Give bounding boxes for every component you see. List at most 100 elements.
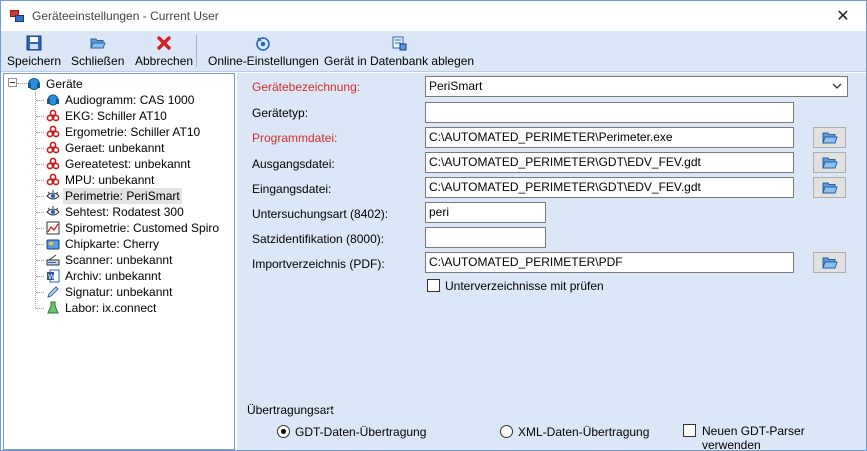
gdt-transfer-label: GDT-Daten-Übertragung xyxy=(295,425,427,439)
chipcard-icon xyxy=(46,239,60,250)
tree-item-scanner[interactable]: Scanner: unbekannt xyxy=(46,252,174,268)
tree-item-label: Labor: ix.connect xyxy=(65,301,157,315)
xml-transfer-radio[interactable] xyxy=(500,425,513,438)
flask-icon xyxy=(47,301,59,314)
output-file-browse-button[interactable] xyxy=(813,152,846,173)
exam-type-input[interactable]: peri xyxy=(425,202,546,223)
store-in-database-button-label: Gerät in Datenbank ablegen xyxy=(324,54,475,68)
input-file-input[interactable]: C:\AUTOMATED_PERIMETER\GDT\EDV_FEV.gdt xyxy=(425,177,794,198)
save-button-label: Speichern xyxy=(7,54,62,68)
tree-item-label: Ergometrie: Schiller AT10 xyxy=(65,125,201,139)
biohazard-icon xyxy=(46,157,60,170)
store-in-database-button[interactable]: Gerät in Datenbank ablegen xyxy=(324,35,474,69)
tree-item-labor[interactable]: Labor: ix.connect xyxy=(46,300,158,316)
program-file-browse-button[interactable] xyxy=(813,127,846,148)
record-id-input[interactable] xyxy=(425,227,546,248)
transfer-group-label: Übertragungsart xyxy=(247,403,334,417)
toolbar-separator xyxy=(196,35,197,67)
biohazard-icon xyxy=(46,141,60,154)
window-title: Geräteeinstellungen - Current User xyxy=(32,9,219,23)
tree-item-label: Geraet: unbekannt xyxy=(65,141,165,155)
exam-type-label: Untersuchungsart (8402): xyxy=(252,207,389,221)
pen-icon xyxy=(47,286,59,298)
tree-item-label: Perimetrie: PeriSmart xyxy=(63,188,182,204)
biohazard-icon xyxy=(46,125,60,138)
tree-item-geraet[interactable]: Geraet: unbekannt xyxy=(46,140,166,156)
output-file-label: Ausgangsdatei: xyxy=(252,157,335,171)
settings-panel: Gerätebezeichnung: PeriSmart Gerätetyp: … xyxy=(237,73,866,451)
gdt-transfer-radio[interactable] xyxy=(277,425,290,438)
title-bar: Geräteeinstellungen - Current User ✕ xyxy=(1,1,866,31)
biohazard-icon xyxy=(46,109,60,122)
chart-icon xyxy=(46,221,60,235)
tree-item-perimetrie[interactable]: Perimetrie: PeriSmart xyxy=(46,188,182,204)
close-button[interactable]: Schließen xyxy=(71,35,124,69)
headphones-icon xyxy=(47,94,59,106)
device-type-label: Gerätetyp: xyxy=(252,106,309,120)
svg-text:W: W xyxy=(48,273,55,281)
settings-window: Geräteeinstellungen - Current User ✕ Spe… xyxy=(0,0,867,451)
database-icon xyxy=(392,36,407,51)
folder-open-icon xyxy=(89,38,106,49)
device-name-label: Gerätebezeichnung: xyxy=(252,80,361,94)
program-file-label: Programmdatei: xyxy=(252,131,338,145)
subdirs-checkbox-label: Unterverzeichnisse mit prüfen xyxy=(445,279,604,293)
tree-item-spirometrie[interactable]: Spirometrie: Customed Spiro xyxy=(46,220,221,236)
output-file-input[interactable]: C:\AUTOMATED_PERIMETER\GDT\EDV_FEV.gdt xyxy=(425,152,794,173)
cancel-button-label: Abbrechen xyxy=(135,54,194,68)
folder-open-icon xyxy=(821,157,838,168)
save-button[interactable]: Speichern xyxy=(7,35,61,69)
tree-item-label: Spirometrie: Customed Spiro xyxy=(65,221,220,235)
tree-item-label: MPU: unbekannt xyxy=(65,173,155,187)
program-file-input[interactable]: C:\AUTOMATED_PERIMETER\Perimeter.exe xyxy=(425,127,794,148)
chevron-down-icon xyxy=(832,83,842,89)
close-button-label: Schließen xyxy=(71,54,125,68)
gdt-parser-checkbox[interactable] xyxy=(683,424,696,437)
toolbar: Speichern Schließen Abbrechen Online-Ein… xyxy=(1,31,866,72)
scanner-icon xyxy=(46,254,60,266)
tree-item-label: Gereatetest: unbekannt xyxy=(65,157,191,171)
tree-item-audiogramm[interactable]: Audiogramm: CAS 1000 xyxy=(46,92,196,108)
input-file-browse-button[interactable] xyxy=(813,177,846,198)
tree-item-label: Sehtest: Rodatest 300 xyxy=(65,205,184,219)
eye-icon xyxy=(46,206,60,216)
window-close-button[interactable]: ✕ xyxy=(820,1,866,31)
tree-item-chipkarte[interactable]: Chipkarte: Cherry xyxy=(46,236,161,252)
import-dir-input[interactable]: C:\AUTOMATED_PERIMETER\PDF xyxy=(425,252,794,273)
devices-root-icon xyxy=(28,78,40,90)
folder-open-icon xyxy=(821,182,838,193)
tree-item-gereatetest[interactable]: Gereatetest: unbekannt xyxy=(46,156,192,172)
word-document-icon: W xyxy=(47,269,60,283)
folder-open-icon xyxy=(821,132,838,143)
tree-item-sehtest[interactable]: Sehtest: Rodatest 300 xyxy=(46,204,186,220)
tree-collapse-toggle[interactable] xyxy=(8,78,17,87)
floppy-disk-icon xyxy=(26,35,42,51)
cancel-button[interactable]: Abbrechen xyxy=(135,35,193,69)
tree-item-archiv[interactable]: W Archiv: unbekannt xyxy=(46,268,163,284)
tree-item-label: Audiogramm: CAS 1000 xyxy=(65,93,195,107)
eye-icon xyxy=(46,190,60,200)
device-name-value: PeriSmart xyxy=(429,79,483,93)
tree-root-label: Geräte xyxy=(46,77,83,91)
subdirs-checkbox[interactable] xyxy=(427,279,440,292)
tree-item-label: Signatur: unbekannt xyxy=(65,285,173,299)
folder-open-icon xyxy=(821,257,838,268)
app-icon xyxy=(9,8,25,24)
tree-item-ekg[interactable]: EKG: Schiller AT10 xyxy=(46,108,169,124)
biohazard-icon xyxy=(46,173,60,186)
import-dir-label: Importverzeichnis (PDF): xyxy=(252,257,385,271)
tree-item-signatur[interactable]: Signatur: unbekannt xyxy=(46,284,174,300)
red-x-icon xyxy=(157,36,171,50)
tree-item-ergometrie[interactable]: Ergometrie: Schiller AT10 xyxy=(46,124,202,140)
tree-item-label: Archiv: unbekannt xyxy=(65,269,162,283)
tree-item-mpu[interactable]: MPU: unbekannt xyxy=(46,172,156,188)
online-settings-button-label: Online-Einstellungen xyxy=(208,54,319,68)
tree-root-geraete[interactable]: Geräte xyxy=(27,76,85,92)
tree-item-label: Scanner: unbekannt xyxy=(65,253,173,267)
xml-transfer-label: XML-Daten-Übertragung xyxy=(518,425,650,439)
device-type-input[interactable] xyxy=(425,102,794,123)
device-name-select[interactable]: PeriSmart xyxy=(425,76,848,97)
import-dir-browse-button[interactable] xyxy=(813,252,846,273)
online-settings-button[interactable]: Online-Einstellungen xyxy=(208,35,319,69)
globe-gear-icon xyxy=(256,37,271,51)
